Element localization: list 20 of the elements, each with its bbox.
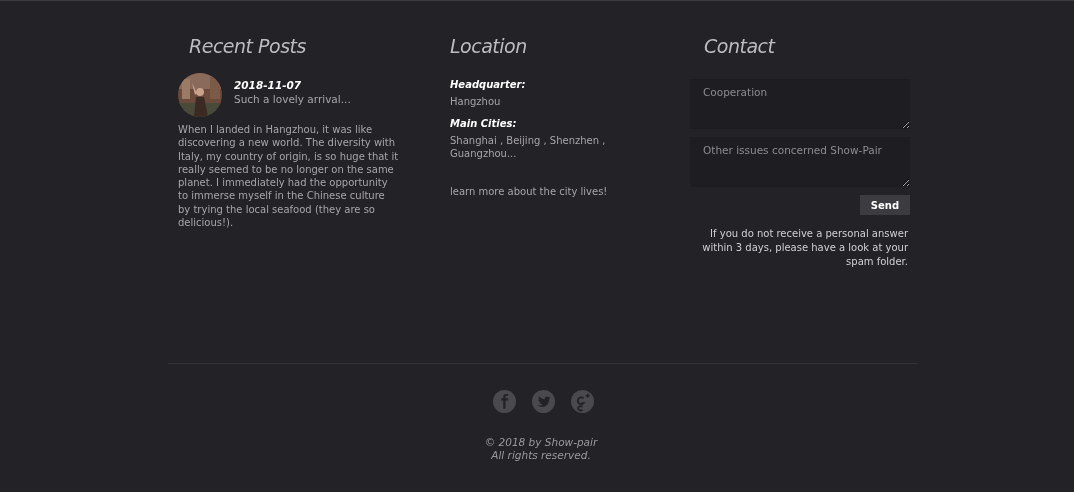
facebook-icon[interactable] <box>492 390 516 413</box>
bird-icon[interactable] <box>531 390 555 413</box>
copyright-text: © 2018 by Show-pair <box>483 436 599 449</box>
location-label: Headquarter: <box>450 79 527 90</box>
spam-note: If you do not receive a personal answer within 3 days, please have a look at your spam folder. <box>701 227 908 269</box>
location-label: Main Cities: <box>450 118 518 129</box>
post-date: 2018-11-07 <box>233 79 303 91</box>
google-plus-icon[interactable] <box>570 390 594 413</box>
section-title: Location <box>450 35 528 57</box>
message-field[interactable]: Cooperation <box>690 79 910 129</box>
message-field[interactable]: Other issues concerned Show-Pair <box>690 137 910 187</box>
section-title: Contact <box>704 35 777 57</box>
post-title[interactable]: Such a lovely arrival... <box>170 93 400 105</box>
location-value: Shanghai , Beijing , Shenzhen , Guangzhou... <box>450 134 607 160</box>
post-excerpt: When I landed in Hangzhou, it was like discovering a new world. The diversity with Italy, my country of origin, is so huge that it really seemed to be no longer on the same planet. I immediately had the opportunity to immerse myself in the Chinese culture by trying the local seafood (they are so delicious!). <box>177 123 400 230</box>
section-title: Recent Posts <box>189 35 307 57</box>
rights-text: All rights reserved. <box>490 449 592 462</box>
send-button[interactable]: Send <box>860 195 910 215</box>
city-link[interactable]: learn more about the city lives! <box>450 186 608 197</box>
location-value: Hangzhou <box>450 95 502 108</box>
